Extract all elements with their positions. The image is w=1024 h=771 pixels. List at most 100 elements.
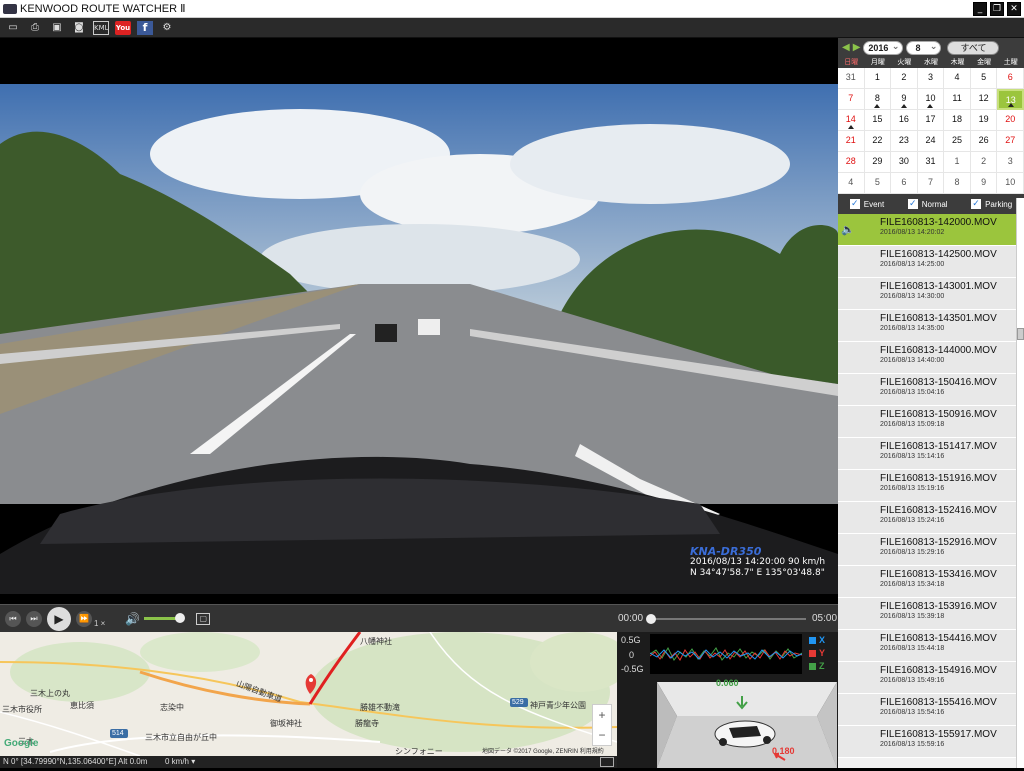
playback-rate[interactable]: 1 × <box>94 619 105 628</box>
calendar-day[interactable]: 4 <box>838 173 865 194</box>
calendar-day[interactable]: 8 <box>864 89 892 110</box>
filter-normal[interactable]: ✓ Normal <box>907 199 948 209</box>
file-list-item[interactable]: FILE160813-143001.MOV 2016/08/13 14:30:00 <box>838 278 1016 310</box>
checkbox-icon[interactable]: ✓ <box>849 199 860 209</box>
file-list-item[interactable]: FILE160813-150916.MOV 2016/08/13 15:09:18 <box>838 406 1016 438</box>
calendar-day[interactable]: 22 <box>864 131 892 152</box>
checkbox-icon[interactable]: ✓ <box>907 199 918 209</box>
calendar-day[interactable]: 7 <box>838 89 865 110</box>
calendar-day[interactable]: 6 <box>997 68 1024 89</box>
facebook-icon[interactable]: f <box>137 20 153 35</box>
map-attribution[interactable]: 地図データ ©2017 Google, ZENRIN 利用規約 <box>482 746 604 755</box>
file-list-item[interactable]: FILE160813-154916.MOV 2016/08/13 15:49:16 <box>838 662 1016 694</box>
scrollbar-thumb[interactable] <box>1017 328 1024 340</box>
restore-button[interactable]: ❐ <box>990 2 1004 16</box>
file-list-item[interactable]: FILE160813-142500.MOV 2016/08/13 14:25:00 <box>838 246 1016 278</box>
file-list-item[interactable]: FILE160813-151417.MOV 2016/08/13 15:14:16 <box>838 438 1016 470</box>
file-list-item[interactable]: FILE160813-152916.MOV 2016/08/13 15:29:16 <box>838 534 1016 566</box>
file-list-item[interactable]: FILE160813-153416.MOV 2016/08/13 15:34:18 <box>838 566 1016 598</box>
video-player[interactable]: KNA-DR350 2016/08/13 14:20:00 90 km/h N … <box>0 38 838 604</box>
youtube-icon[interactable]: You Tube <box>115 20 134 46</box>
calendar-day[interactable]: 19 <box>970 110 998 131</box>
month-select[interactable]: 8 <box>906 40 942 55</box>
calendar-day[interactable]: 6 <box>891 173 918 194</box>
file-list-scrollbar[interactable] <box>1016 198 1024 768</box>
show-all-button[interactable]: すべて <box>947 40 1000 55</box>
calendar-day[interactable]: 31 <box>917 152 945 173</box>
file-list-item[interactable]: FILE160813-150416.MOV 2016/08/13 15:04:16 <box>838 374 1016 406</box>
next-file-button[interactable]: ⏭ <box>26 610 42 627</box>
calendar-day[interactable]: 9 <box>970 173 998 194</box>
file-list-item[interactable]: FILE160813-155917.MOV 2016/08/13 15:59:16 <box>838 726 1016 758</box>
calendar-day[interactable]: 15 <box>864 110 892 131</box>
calendar-day[interactable]: 24 <box>917 131 945 152</box>
calendar-day[interactable]: 25 <box>944 131 971 152</box>
close-button[interactable]: ✕ <box>1007 2 1021 16</box>
map-expand-icon[interactable] <box>600 757 614 767</box>
status-speed[interactable]: 0 km/h ▾ <box>165 756 195 768</box>
screen-toggle-icon[interactable]: ▢ <box>196 612 211 625</box>
file-list-item[interactable]: FILE160813-144000.MOV 2016/08/13 14:40:00 <box>838 342 1016 374</box>
volume-slider[interactable] <box>144 613 186 623</box>
calendar-day[interactable]: 31 <box>838 68 865 89</box>
calendar-day[interactable]: 21 <box>838 131 865 152</box>
volume-icon[interactable]: 🔊 <box>125 612 140 626</box>
zoom-in-button[interactable]: + <box>593 705 611 725</box>
calendar-day[interactable]: 29 <box>864 152 892 173</box>
map-zoom-control[interactable]: + − <box>592 704 612 746</box>
calendar-day[interactable]: 1 <box>864 68 892 89</box>
calendar-day[interactable]: 18 <box>944 110 971 131</box>
file-list-item[interactable]: 🔈 FILE160813-142000.MOV 2016/08/13 14:20:0… <box>838 214 1016 246</box>
settings-icon[interactable]: ⚙ <box>159 21 175 35</box>
file-list-item[interactable]: FILE160813-154416.MOV 2016/08/13 15:44:18 <box>838 630 1016 662</box>
open-folder-icon[interactable]: ▭ <box>5 21 21 35</box>
prev-file-button[interactable]: ⏮ <box>5 610 21 627</box>
calendar-day[interactable]: 12 <box>970 89 998 110</box>
volume-knob[interactable] <box>175 613 186 623</box>
calendar-day[interactable]: 11 <box>944 89 971 110</box>
calendar-day[interactable]: 30 <box>891 152 918 173</box>
calendar-day[interactable]: 23 <box>891 131 918 152</box>
file-list-item[interactable]: FILE160813-155416.MOV 2016/08/13 15:54:16 <box>838 694 1016 726</box>
calendar-day[interactable]: 27 <box>997 131 1024 152</box>
calendar-day[interactable]: 3 <box>997 152 1024 173</box>
calendar-day[interactable]: 14 <box>838 110 865 131</box>
save-icon[interactable]: ▣ <box>49 21 65 35</box>
next-month-icon[interactable]: ▶ <box>853 42 861 53</box>
checkbox-icon[interactable]: ✓ <box>971 199 982 209</box>
calendar-day[interactable]: 13 <box>997 89 1024 110</box>
snapshot-icon[interactable]: ◙ <box>71 21 87 35</box>
seek-bar[interactable] <box>646 614 806 624</box>
calendar-day[interactable]: 9 <box>891 89 918 110</box>
zoom-out-button[interactable]: − <box>593 725 611 745</box>
kml-icon[interactable]: KML <box>93 20 109 35</box>
filter-parking[interactable]: ✓ Parking <box>971 199 1012 209</box>
calendar-day[interactable]: 4 <box>944 68 971 89</box>
calendar-day[interactable]: 17 <box>917 110 945 131</box>
file-list-item[interactable]: FILE160813-153916.MOV 2016/08/13 15:39:18 <box>838 598 1016 630</box>
seek-knob[interactable] <box>646 614 656 624</box>
calendar-day[interactable]: 28 <box>838 152 865 173</box>
calendar-day[interactable]: 5 <box>970 68 998 89</box>
calendar-day[interactable]: 1 <box>944 152 971 173</box>
minimize-button[interactable]: _ <box>973 2 987 16</box>
calendar-day[interactable]: 2 <box>970 152 998 173</box>
calendar-day[interactable]: 16 <box>891 110 918 131</box>
calendar-day[interactable]: 3 <box>917 68 945 89</box>
calendar-day[interactable]: 10 <box>917 89 945 110</box>
calendar-day[interactable]: 2 <box>891 68 918 89</box>
calendar-day[interactable]: 20 <box>997 110 1024 131</box>
calendar-day[interactable]: 10 <box>997 173 1024 194</box>
file-list-item[interactable]: FILE160813-152416.MOV 2016/08/13 15:24:16 <box>838 502 1016 534</box>
year-select[interactable]: 2016 <box>863 40 904 55</box>
filter-event[interactable]: ✓ Event <box>849 199 884 209</box>
play-button[interactable]: ▶ <box>47 606 71 631</box>
file-list-item[interactable]: FILE160813-143501.MOV 2016/08/13 14:35:00 <box>838 310 1016 342</box>
calendar-day[interactable]: 8 <box>944 173 971 194</box>
route-map[interactable]: 八幡神社 勝雄不動滝 勝龍寺 御坂神社 志染中 三木上の丸 三木市役所 恵比須 … <box>0 632 617 756</box>
print-icon[interactable]: ⎙ <box>27 21 43 35</box>
file-list-item[interactable]: FILE160813-151916.MOV 2016/08/13 15:19:16 <box>838 470 1016 502</box>
prev-month-icon[interactable]: ◀ <box>842 42 850 53</box>
calendar-day[interactable]: 5 <box>864 173 892 194</box>
calendar-day[interactable]: 26 <box>970 131 998 152</box>
